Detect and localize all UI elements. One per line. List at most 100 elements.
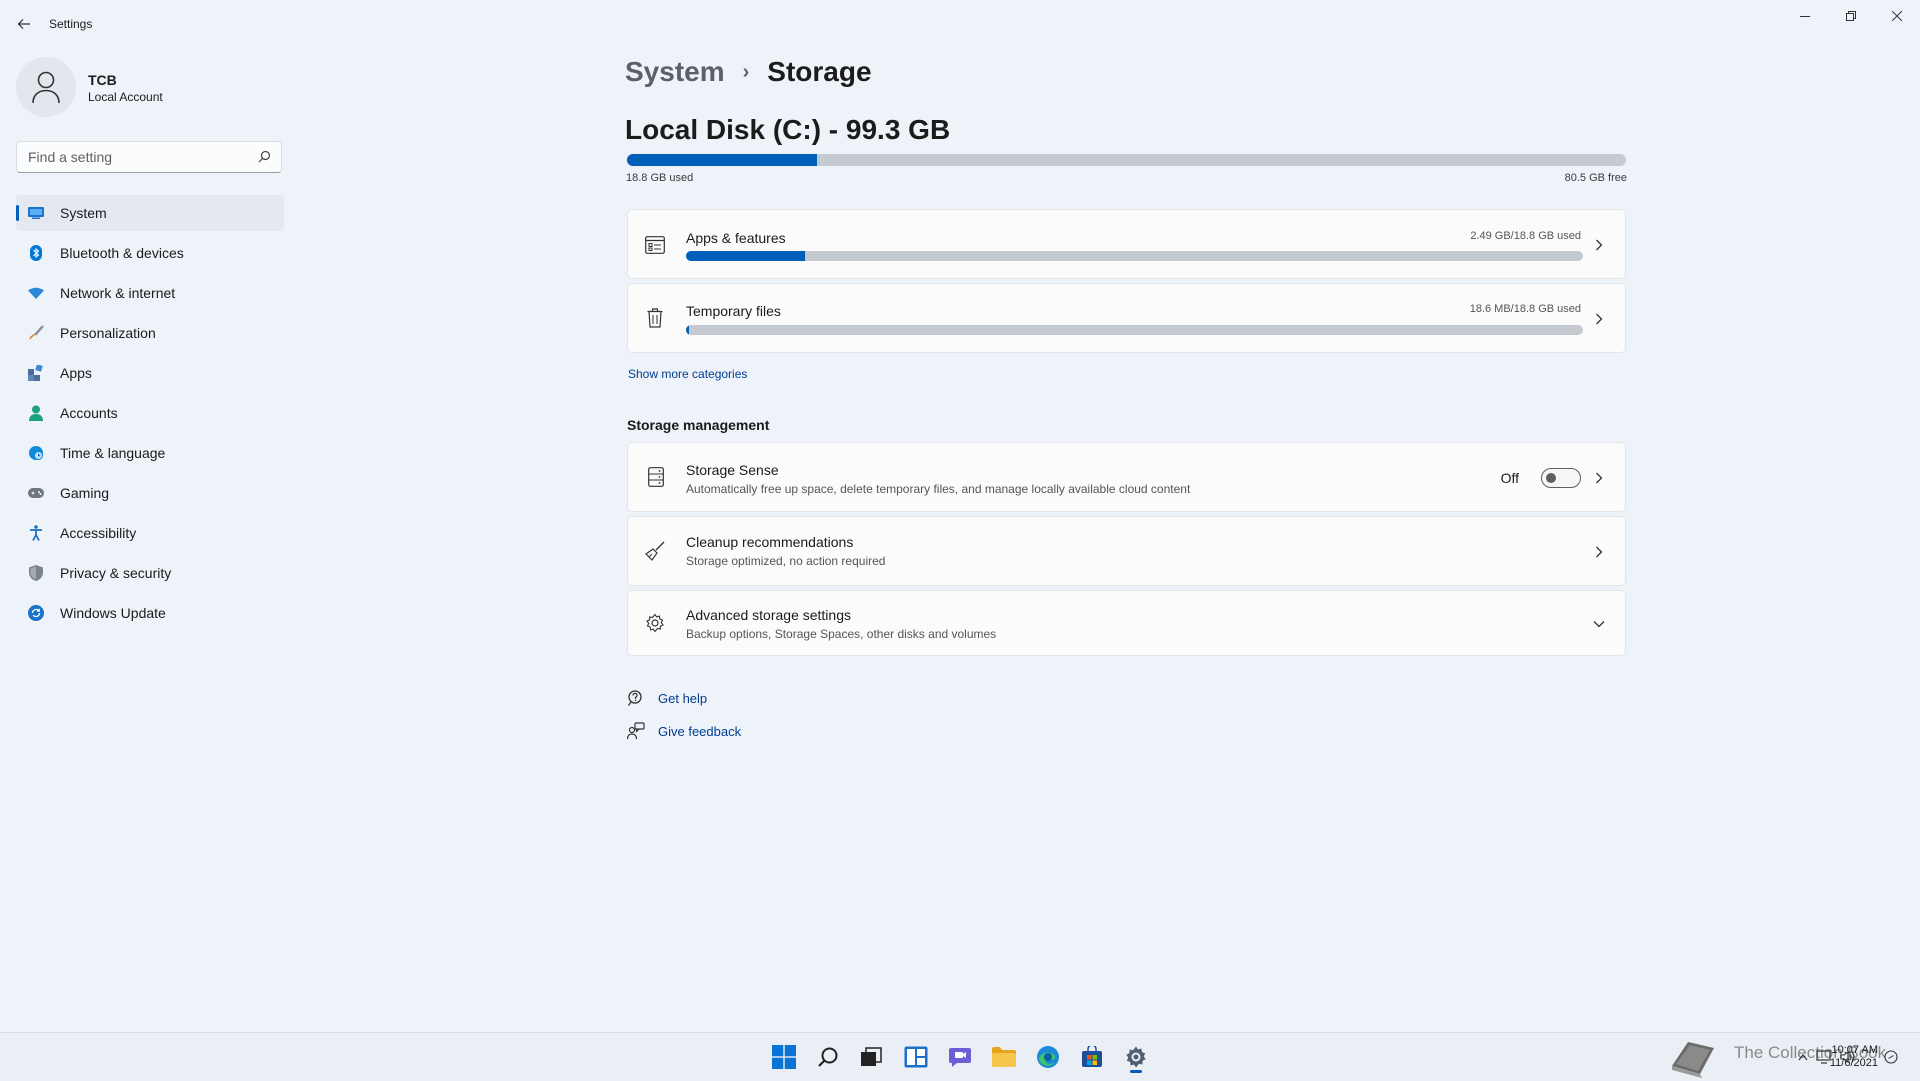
give-feedback-link[interactable]: Give feedback [626,721,741,741]
file-explorer-button[interactable] [987,1041,1021,1073]
apps-features-icon [645,236,665,259]
sidebar-item-label: Windows Update [60,605,166,621]
category-title: Apps & features [686,230,786,246]
sidebar-item-label: Accounts [60,405,118,421]
windows-logo-icon [772,1045,796,1069]
minimize-button[interactable] [1782,4,1828,28]
sidebar-item-accounts[interactable]: Accounts [16,395,284,431]
watermark-logo [1668,1033,1720,1081]
category-usage-fill [686,251,806,261]
category-title: Temporary files [686,303,781,319]
globe-clock-icon [28,445,44,461]
task-view-icon [861,1047,882,1066]
accounts-icon [28,405,44,421]
sidebar-item-accessibility[interactable]: Accessibility [16,515,284,551]
help-chat-icon [626,688,646,708]
settings-gear-icon [1126,1046,1146,1068]
disk-used-label: 18.8 GB used [626,172,694,184]
gamepad-icon [28,485,44,501]
start-button[interactable] [767,1041,801,1073]
sidebar-item-label: Bluetooth & devices [60,245,184,261]
chat-button[interactable] [943,1041,977,1073]
system-icon [28,205,44,221]
get-help-link[interactable]: Get help [626,688,707,708]
chevron-up-icon[interactable] [1798,1053,1808,1061]
search-icon[interactable] [258,150,271,163]
brush-icon [28,325,44,341]
restore-icon [1846,11,1856,21]
account-name: TCB [88,72,117,88]
breadcrumb-parent[interactable]: System [625,56,725,88]
disk-title: Local Disk (C:) - 99.3 GB [625,114,951,145]
chevron-right-icon [1591,311,1607,327]
clock-time: 10:07 AM [1831,1044,1878,1056]
settings-app-button[interactable] [1119,1041,1153,1073]
avatar[interactable] [16,57,76,117]
trash-icon [647,308,663,333]
folder-icon [992,1047,1016,1067]
sidebar-item-gaming[interactable]: Gaming [16,475,284,511]
broom-icon [645,541,665,566]
close-icon [1892,11,1902,21]
category-temporary-files[interactable]: Temporary files 18.6 MB/18.8 GB used [627,283,1626,353]
storage-sense-toggle[interactable] [1541,468,1581,488]
disk-usage-bar [627,154,1626,166]
clock-date: 11/6/2021 [1829,1057,1878,1069]
disk-usage-fill [627,154,817,166]
edge-button[interactable] [1031,1041,1065,1073]
chevron-right-icon [1591,237,1607,253]
shield-icon [28,565,44,581]
wifi-icon [28,285,44,301]
sidebar-item-apps[interactable]: Apps [16,355,284,391]
store-button[interactable] [1075,1041,1109,1073]
clock[interactable]: 10:07 AM 11/6/2021 [1830,1044,1878,1070]
storage-sense-title: Storage Sense [686,462,779,478]
cleanup-description: Storage optimized, no action required [686,554,886,568]
update-icon [28,605,44,621]
sidebar-item-privacy[interactable]: Privacy & security [16,555,284,591]
sidebar-item-windows-update[interactable]: Windows Update [16,595,284,631]
category-meta: 18.6 MB/18.8 GB used [1469,303,1581,315]
sidebar-item-bluetooth[interactable]: Bluetooth & devices [16,235,284,271]
storage-sense-description: Automatically free up space, delete temp… [686,482,1191,496]
storage-sense-row[interactable]: Storage Sense Automatically free up spac… [627,442,1626,512]
storage-sense-icon [648,467,664,492]
get-help-label[interactable]: Get help [658,691,707,706]
store-icon [1082,1046,1102,1067]
widgets-button[interactable] [899,1041,933,1073]
search-box[interactable] [16,141,282,173]
search-icon [818,1047,838,1067]
notifications-button[interactable] [1884,1033,1898,1081]
sidebar-item-personalization[interactable]: Personalization [16,315,284,351]
sidebar-item-label: Privacy & security [60,565,172,581]
give-feedback-label[interactable]: Give feedback [658,724,741,739]
task-view-button[interactable] [854,1041,888,1073]
back-button[interactable] [14,14,34,34]
feedback-icon [626,721,646,741]
advanced-storage-settings-row[interactable]: Advanced storage settings Backup options… [627,590,1626,656]
show-more-categories-link[interactable]: Show more categories [628,367,747,381]
sidebar-item-label: Apps [60,365,92,381]
sidebar-item-network[interactable]: Network & internet [16,275,284,311]
category-apps-features[interactable]: Apps & features 2.49 GB/18.8 GB used [627,209,1626,279]
sidebar-item-label: Network & internet [60,285,176,301]
search-input[interactable] [26,148,250,166]
breadcrumb: System › Storage [625,56,872,88]
sidebar-item-time-language[interactable]: Time & language [16,435,284,471]
restore-button[interactable] [1828,4,1874,28]
sidebar-item-system[interactable]: System [16,195,284,231]
close-button[interactable] [1874,4,1920,28]
notification-icon [1884,1050,1898,1064]
category-meta: 2.49 GB/18.8 GB used [1470,230,1581,242]
advanced-storage-title: Advanced storage settings [686,607,851,623]
sidebar-nav: System Bluetooth & devices Network & int… [16,195,284,635]
gear-icon [645,613,665,638]
back-arrow-icon [17,19,30,29]
minimize-icon [1800,16,1810,17]
taskbar: The Collection Book 10:07 AM 11/6/2021 [0,1032,1920,1081]
advanced-storage-description: Backup options, Storage Spaces, other di… [686,627,997,641]
chat-icon [949,1048,971,1067]
section-heading: Storage management [627,417,770,433]
taskbar-search-button[interactable] [811,1041,845,1073]
cleanup-recommendations-row[interactable]: Cleanup recommendations Storage optimize… [627,516,1626,586]
